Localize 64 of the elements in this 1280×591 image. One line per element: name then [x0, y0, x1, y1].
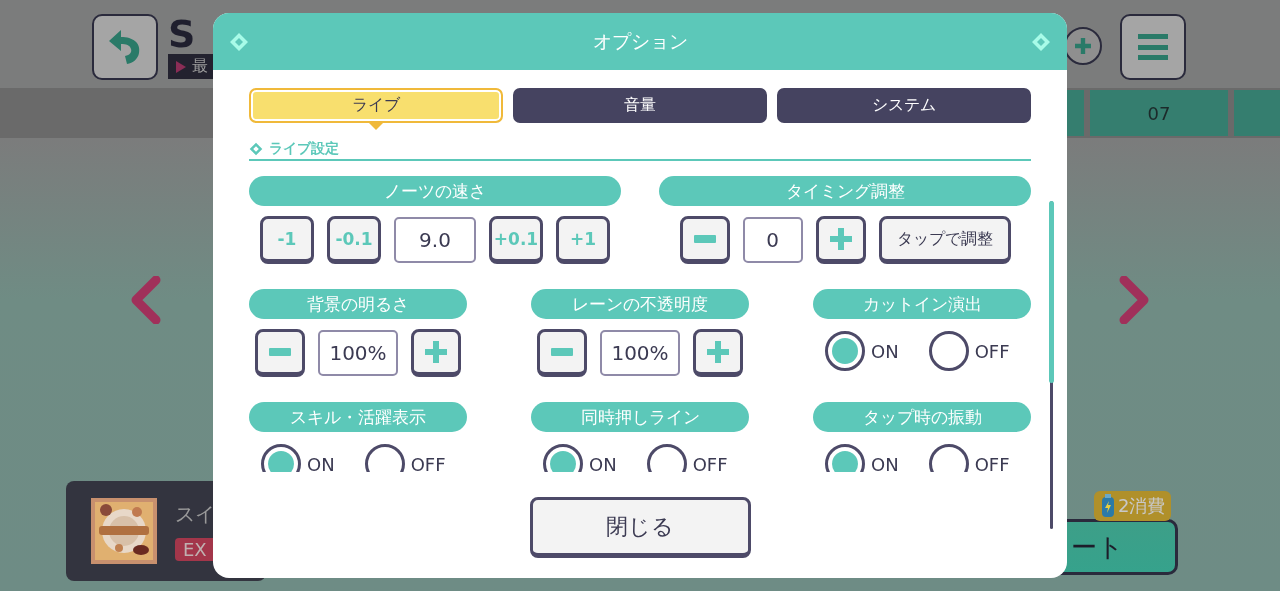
tab[interactable]: システム	[777, 88, 1031, 123]
value-display: 0	[742, 217, 803, 263]
increase-button[interactable]	[693, 329, 743, 377]
diamond-icon	[1031, 31, 1051, 52]
minus-icon	[551, 348, 573, 356]
tab-pointer-icon	[367, 121, 385, 130]
radio-button[interactable]	[825, 331, 865, 371]
option-label: ON	[307, 453, 335, 472]
diamond-icon	[229, 31, 249, 52]
tab[interactable]: 音量	[513, 88, 767, 123]
tap-adjust-button[interactable]: タップで調整	[878, 216, 1011, 264]
option-label: ON	[871, 340, 899, 362]
setting-label: スキル・活躍表示	[249, 402, 467, 432]
minus-icon	[693, 235, 716, 243]
option-label: OFF	[974, 453, 1010, 472]
setting-label: タイミング調整	[659, 176, 1031, 206]
decrease-button[interactable]	[255, 329, 305, 377]
menu-button[interactable]	[1120, 14, 1186, 80]
band-cell: 07	[1090, 90, 1228, 136]
decrease-button[interactable]	[679, 216, 730, 264]
option-label: ON	[871, 453, 899, 472]
setting-label: 同時押しライン	[531, 402, 749, 432]
setting-label: レーンの不透明度	[531, 289, 749, 319]
radio-button[interactable]	[928, 331, 969, 371]
radio-button[interactable]	[646, 444, 687, 472]
band-cell	[1234, 90, 1280, 136]
decrease-button[interactable]	[537, 329, 587, 377]
battery-icon	[1100, 494, 1116, 518]
diamond-icon	[249, 142, 263, 156]
close-button[interactable]: 閉じる	[529, 497, 751, 558]
value-display: 9.0	[394, 217, 476, 263]
back-button[interactable]	[92, 14, 158, 80]
setting-label: タップ時の振動	[813, 402, 1031, 432]
menu-icon	[1138, 34, 1168, 60]
add-button[interactable]	[1064, 27, 1102, 65]
setting-label: カットイン演出	[813, 289, 1031, 319]
setting-label: 背景の明るさ	[249, 289, 467, 319]
radio-button[interactable]	[261, 444, 301, 472]
plus-icon	[425, 341, 447, 363]
screen-subtitle: 最	[192, 56, 208, 77]
increase-button[interactable]	[815, 216, 866, 264]
increase-button[interactable]	[411, 329, 461, 377]
plus-icon	[707, 341, 729, 363]
dialog-title: オプション	[592, 28, 688, 54]
minus-icon	[269, 348, 291, 356]
section-title: ライブ設定	[269, 140, 339, 158]
play-icon	[176, 60, 186, 73]
value-display: 100%	[318, 330, 398, 376]
value-display: 100%	[600, 330, 680, 376]
option-label: OFF	[410, 453, 446, 472]
radio-button[interactable]	[364, 444, 405, 472]
plus-icon	[829, 228, 852, 250]
cost-tag: 2消費	[1094, 491, 1172, 521]
radio-button[interactable]	[928, 444, 969, 472]
option-label: OFF	[974, 340, 1010, 362]
option-label: ON	[589, 453, 617, 472]
scrollbar[interactable]	[1050, 201, 1053, 529]
screen-title: S	[168, 14, 196, 54]
option-label: OFF	[692, 453, 728, 472]
plus-icon	[1075, 38, 1091, 54]
radio-button[interactable]	[825, 444, 865, 472]
radio-button[interactable]	[543, 444, 583, 472]
setting-label: ノーツの速さ	[249, 176, 621, 206]
song-title: スイ	[175, 501, 216, 528]
